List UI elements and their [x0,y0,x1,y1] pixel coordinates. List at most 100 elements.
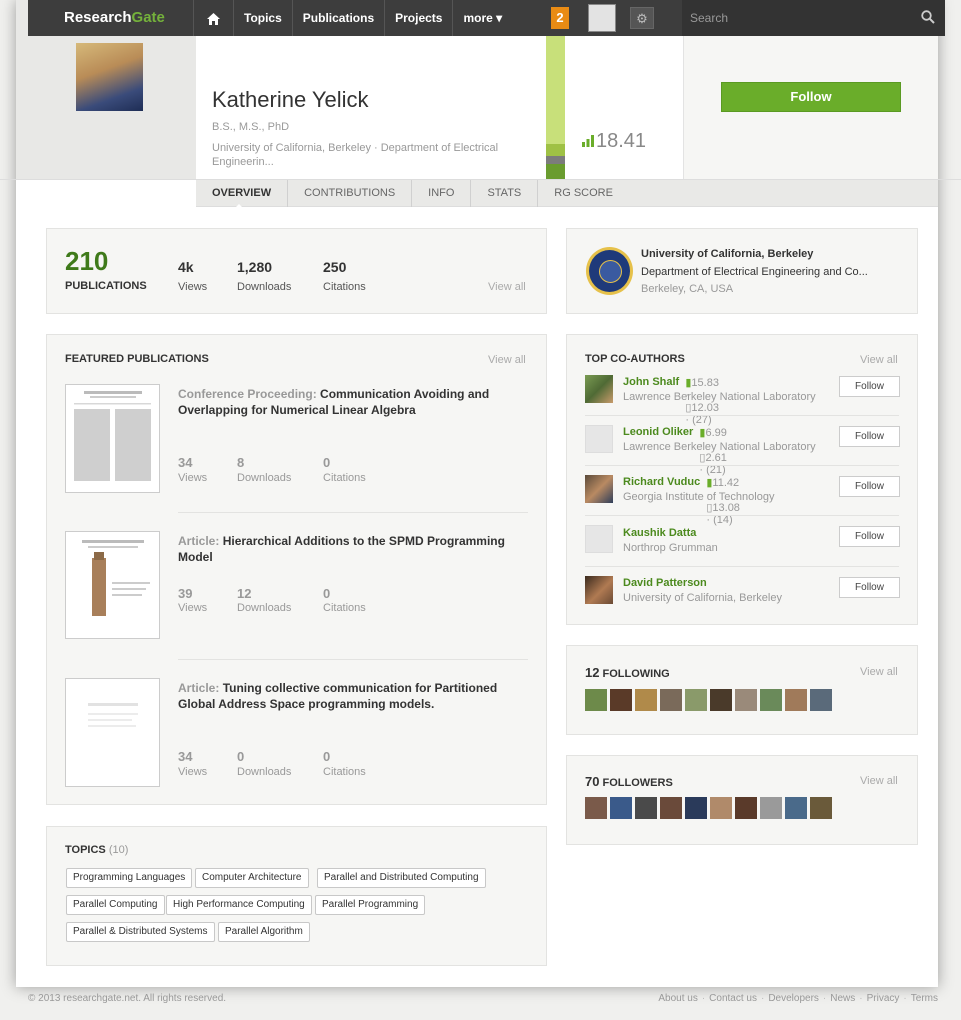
follower-avatar[interactable] [610,797,632,819]
tab-info[interactable]: INFO [412,180,472,207]
follow-button[interactable]: Follow [721,82,901,112]
follower-avatar[interactable] [735,797,757,819]
footer-link-developers[interactable]: Developers [768,993,819,1004]
footer-link-news[interactable]: News [830,993,855,1004]
researchgate-logo[interactable]: ResearchGate [64,9,165,26]
profile-photo[interactable] [76,43,143,111]
footer-link-contact[interactable]: Contact us [709,993,757,1004]
institution-name[interactable]: University of California, Berkeley [641,248,813,260]
coauthor-name-link[interactable]: Richard Vuduc ▮11.42 · ▯13.08 · (14) [623,476,740,526]
coauthor-name-link[interactable]: David Patterson [623,577,707,589]
coauthor-name-link[interactable]: Kaushik Datta [623,527,696,539]
publication-title-link[interactable]: Article: Hierarchical Additions to the S… [178,533,508,565]
following-avatar[interactable] [585,689,607,711]
footer-link-terms[interactable]: Terms [911,993,938,1004]
logo-accent-text: Gate [131,9,165,26]
coauthor-follow-button[interactable]: Follow [839,476,900,497]
score-bar-segment [546,144,565,156]
following-avatar[interactable] [635,689,657,711]
topic-chip[interactable]: Parallel & Distributed Systems [66,922,215,942]
search-input[interactable] [682,0,912,36]
coauthor-name-link[interactable]: John Shalf ▮15.83 · ▯12.03 · (27) [623,376,719,426]
followers-view-all-link[interactable]: View all [860,775,898,787]
topic-chip[interactable]: High Performance Computing [166,895,312,915]
nav-more-dropdown[interactable]: more ▾ [452,0,512,36]
publication-thumbnail[interactable] [65,531,160,639]
following-avatar[interactable] [710,689,732,711]
follower-avatar[interactable] [685,797,707,819]
citations-label: Citations [323,281,366,293]
coauthor-avatar[interactable] [585,576,613,604]
pub-views-count: 34 [178,455,193,470]
stats-view-all-link[interactable]: View all [488,281,526,293]
coauthor-follow-button[interactable]: Follow [839,426,900,447]
tab-stats[interactable]: STATS [471,180,539,207]
pub-downloads-label: Downloads [237,472,292,484]
coauthors-view-all-link[interactable]: View all [860,354,898,366]
user-avatar[interactable] [588,4,616,32]
footer-separator: · [903,993,907,1004]
institution-department[interactable]: Department of Electrical Engineering and… [641,266,868,278]
featured-view-all-link[interactable]: View all [488,354,526,366]
footer-link-privacy[interactable]: Privacy [867,993,900,1004]
pub-views-label: Views [178,472,208,484]
followers-title: 70 FOLLOWERS [585,774,673,789]
coauthor-follow-button[interactable]: Follow [839,526,900,547]
divider [585,515,899,516]
topics-title: TOPICS (10) [65,844,128,856]
follower-avatar[interactable] [710,797,732,819]
nav-projects[interactable]: Projects [384,0,452,36]
tab-overview[interactable]: OVERVIEW [196,180,289,207]
divider [585,415,899,416]
coauthor-follow-button[interactable]: Follow [839,376,900,397]
home-button[interactable] [193,0,233,36]
publication-title-link[interactable]: Article: Tuning collective communication… [178,680,508,712]
search-icon[interactable] [921,10,935,24]
institution-seal-logo[interactable] [586,247,633,295]
coauthor-avatar[interactable] [585,475,613,503]
coauthor-avatar[interactable] [585,375,613,403]
tab-rg-score[interactable]: RG SCORE [538,180,629,207]
following-avatar[interactable] [660,689,682,711]
publication-title-link[interactable]: Conference Proceeding: Communication Avo… [178,386,508,418]
coauthor-avatar[interactable] [585,425,613,453]
publication-thumbnail[interactable] [65,384,160,493]
notifications-badge[interactable]: 2 [551,7,569,29]
following-avatar[interactable] [760,689,782,711]
score-bar-segment [546,164,565,179]
follower-avatar[interactable] [760,797,782,819]
topic-chip[interactable]: Parallel Algorithm [218,922,310,942]
follower-avatar[interactable] [660,797,682,819]
rg-score[interactable]: 18.41 [582,130,646,153]
publication-thumbnail[interactable] [65,678,160,787]
profile-affiliation[interactable]: University of California, Berkeley · Dep… [212,141,532,169]
following-avatar[interactable] [785,689,807,711]
topic-chip[interactable]: Computer Architecture [195,868,309,888]
coauthor-follow-button[interactable]: Follow [839,577,900,598]
publications-label: PUBLICATIONS [65,280,147,292]
follower-avatar[interactable] [785,797,807,819]
coauthor-name-link[interactable]: Leonid Oliker ▮6.99 · ▯2.61 · (21) [623,426,727,476]
follower-avatar[interactable] [810,797,832,819]
following-avatar[interactable] [685,689,707,711]
publications-count[interactable]: 210 [65,246,108,277]
following-view-all-link[interactable]: View all [860,666,898,678]
follower-avatar[interactable] [585,797,607,819]
topic-chip[interactable]: Programming Languages [66,868,193,888]
following-avatar[interactable] [810,689,832,711]
topic-chip[interactable]: Parallel Computing [66,895,165,915]
nav-topics[interactable]: Topics [233,0,292,36]
topic-chip[interactable]: Parallel Programming [315,895,426,915]
following-avatar[interactable] [610,689,632,711]
nav-publications[interactable]: Publications [291,0,384,36]
topic-chip[interactable]: Parallel and Distributed Computing [317,868,486,888]
tab-contributions[interactable]: CONTRIBUTIONS [288,180,413,207]
publication-title: Tuning collective communication for Part… [178,681,498,711]
coauthor-avatar[interactable] [585,525,613,553]
follower-avatar[interactable] [635,797,657,819]
following-avatar[interactable] [735,689,757,711]
coauthor-institution: Georgia Institute of Technology [623,491,775,503]
footer-link-about[interactable]: About us [658,993,697,1004]
coauthor-institution: Northrop Grumman [623,542,718,554]
settings-button[interactable]: ⚙ [630,7,654,29]
